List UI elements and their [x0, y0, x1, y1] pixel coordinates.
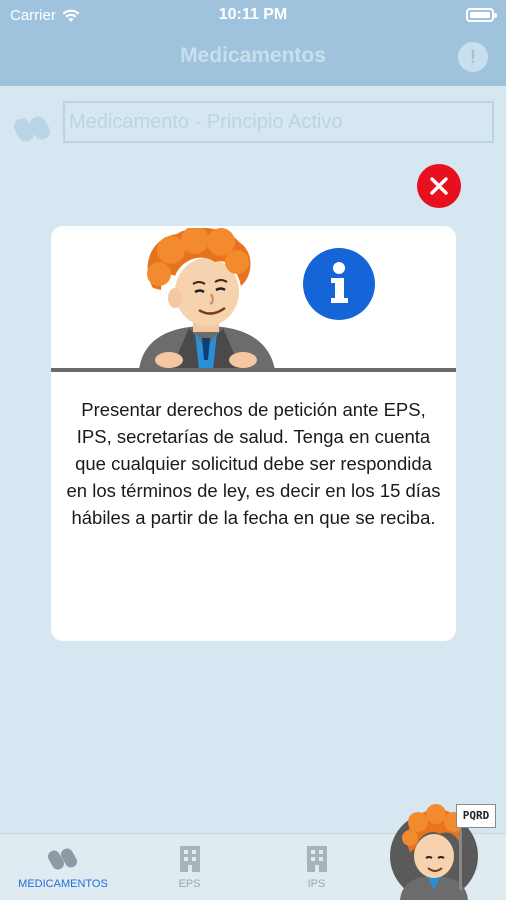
- mascot-icon: [139, 228, 275, 370]
- info-icon[interactable]: !: [458, 42, 488, 72]
- status-bar: Carrier 10:11 PM: [0, 0, 506, 30]
- modal-header: [51, 226, 456, 370]
- modal-divider: [51, 368, 456, 372]
- building-icon: [179, 846, 200, 872]
- nav-bar: Medicamentos !: [0, 30, 506, 86]
- page-title: Medicamentos: [180, 44, 326, 67]
- pills-icon: [48, 848, 77, 870]
- tab-label: IPS: [307, 878, 326, 890]
- info-circle-icon: [303, 248, 375, 320]
- close-icon: [430, 177, 448, 195]
- search-input[interactable]: [63, 101, 494, 143]
- pqrd-sign: PQRD: [456, 804, 496, 828]
- building-icon: [306, 846, 327, 872]
- tab-label: MEDICAMENTOS: [18, 878, 108, 890]
- pills-icon: [14, 116, 50, 142]
- tab-eps[interactable]: EPS: [126, 834, 253, 900]
- close-button[interactable]: [417, 164, 461, 208]
- tab-label: EPS: [178, 878, 201, 890]
- modal-message: Presentar derechos de petición ante EPS,…: [66, 399, 441, 528]
- tab-medicamentos[interactable]: MEDICAMENTOS: [0, 834, 126, 900]
- status-time: 10:11 PM: [218, 6, 288, 23]
- pqrd-button[interactable]: PQRD: [386, 800, 496, 900]
- info-modal: Presentar derechos de petición ante EPS,…: [51, 226, 456, 641]
- battery-icon: [466, 8, 497, 22]
- tab-ips[interactable]: IPS: [253, 834, 380, 900]
